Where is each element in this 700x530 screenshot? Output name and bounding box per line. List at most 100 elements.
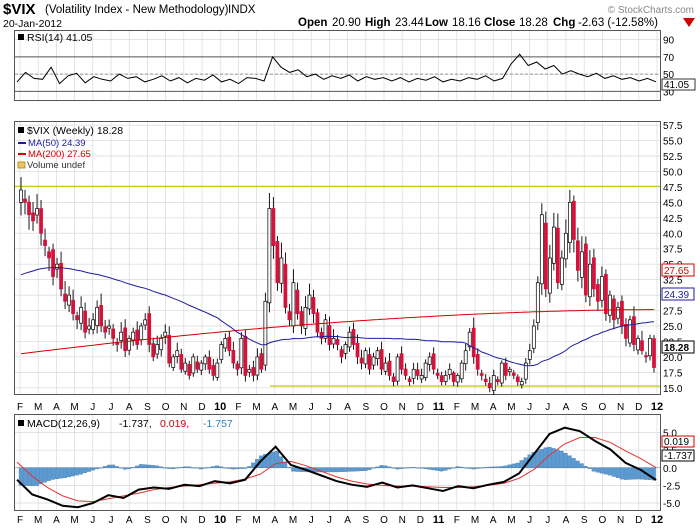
macd-histogram-bar — [403, 467, 408, 469]
macd-histogram-bar — [583, 466, 588, 468]
candle-body — [231, 349, 236, 364]
exchange-label: INDX — [228, 4, 256, 16]
macd-histogram-bar — [611, 467, 616, 477]
candle-body — [507, 368, 512, 373]
candle-body — [175, 350, 180, 357]
candle-body — [251, 367, 256, 376]
macd-histogram-bar — [151, 465, 155, 468]
rsi-panel — [14, 30, 661, 101]
month-tick-label: O — [599, 402, 607, 413]
candle-body — [563, 232, 568, 260]
macd-histogram-bar — [247, 466, 252, 468]
candle-body — [23, 198, 27, 203]
month-tick-label: 10 — [214, 401, 226, 413]
candle-body — [75, 315, 79, 321]
macd-histogram-bar — [94, 467, 99, 470]
candle-body — [211, 365, 216, 376]
price-legend-swatch — [18, 127, 24, 133]
price-legend-text: $VIX (Weekly) 18.28 — [27, 125, 123, 137]
macd-histogram-bar — [483, 467, 488, 469]
macd-histogram-bar — [66, 467, 71, 478]
candle-body — [495, 379, 500, 382]
candle-body — [347, 331, 352, 348]
month-tick-label: A — [271, 515, 278, 526]
macd-histogram-bar — [443, 467, 448, 471]
candle-body — [103, 326, 108, 333]
candle-body — [359, 357, 364, 364]
macd-histogram-bar — [395, 467, 400, 470]
candle-body — [187, 364, 192, 376]
macd-histogram-bar — [491, 466, 496, 468]
macd-histogram-bar — [495, 466, 500, 468]
svg-text:27.65: 27.65 — [664, 266, 689, 277]
candle-body — [95, 307, 99, 326]
candle-body — [79, 307, 83, 324]
macd-histogram-bar — [463, 467, 468, 469]
macd-histogram-bar — [98, 467, 103, 469]
candle-body — [383, 362, 388, 372]
signal-badge: 0.019 — [661, 435, 695, 448]
macd-histogram-bar — [58, 467, 63, 479]
macd-histogram-bar — [567, 455, 572, 468]
svg-text:-1.737: -1.737 — [664, 451, 693, 462]
price-tick-label: 50.0 — [663, 167, 683, 178]
macd-histogram-bar — [227, 467, 232, 469]
month-tick-label: M — [252, 515, 260, 526]
candle-body — [259, 353, 264, 370]
month-tick-label: A — [344, 515, 351, 526]
month-tick-label: M — [289, 515, 297, 526]
candle-body — [620, 300, 624, 327]
macd-histogram-bar — [479, 467, 484, 469]
candle-body — [539, 214, 544, 285]
candle-body — [628, 319, 632, 344]
macd-histogram-bar — [183, 466, 188, 468]
candle-body — [55, 263, 59, 270]
macd-histogram-bar — [623, 467, 628, 480]
macd-histogram-bar — [575, 460, 580, 468]
candle-body — [403, 368, 408, 376]
month-tick-label: A — [53, 402, 60, 413]
candle-body — [147, 313, 152, 345]
candle-body — [319, 332, 324, 339]
macd-histogram-bar — [411, 467, 416, 468]
candle-body — [207, 357, 212, 370]
macd-legend-value: -1.737, — [119, 418, 152, 430]
macd-histogram-bar — [90, 467, 95, 471]
candle-body — [576, 240, 580, 271]
price-tick-label: 47.5 — [663, 183, 683, 194]
macd-histogram-bar — [291, 467, 296, 472]
candle-body — [331, 338, 336, 345]
month-tick-label: M — [70, 515, 78, 526]
macd-histogram-bar — [559, 450, 564, 468]
svg-text:0.019: 0.019 — [664, 437, 689, 448]
candle-body — [275, 241, 280, 284]
macd-histogram-bar — [539, 449, 544, 468]
candle-body — [119, 331, 124, 341]
candle-body — [379, 349, 384, 370]
macd-histogram-bar — [147, 464, 151, 468]
candle-body — [584, 243, 588, 296]
macd-histogram-bar — [407, 467, 412, 469]
rsi-legend: RSI(14) 41.05 — [18, 32, 93, 44]
macd-histogram-bar — [427, 467, 432, 470]
month-tick-label: M — [507, 515, 515, 526]
candle-body — [608, 294, 612, 316]
open-value: 20.90 — [332, 17, 361, 29]
month-tick-label: O — [162, 402, 170, 413]
price-tick-label: 57.5 — [663, 121, 683, 132]
date-label: 20-Jan-2012 — [3, 18, 62, 30]
candle-body — [71, 299, 75, 314]
candle-body — [391, 376, 396, 382]
month-tick-label: J — [527, 402, 532, 413]
candle-body — [375, 350, 380, 360]
month-tick-label: 11 — [433, 514, 445, 526]
candle-body — [471, 327, 476, 358]
rsi-tick-label: 90 — [663, 36, 675, 47]
month-tick-label: M — [471, 515, 479, 526]
candle-body — [547, 257, 552, 294]
macd-histogram-bar — [355, 467, 360, 472]
macd-histogram-bar — [171, 467, 175, 470]
candle-body — [531, 325, 536, 349]
symbol-label: $VIX — [3, 1, 36, 18]
month-tick-label: 11 — [433, 401, 445, 413]
